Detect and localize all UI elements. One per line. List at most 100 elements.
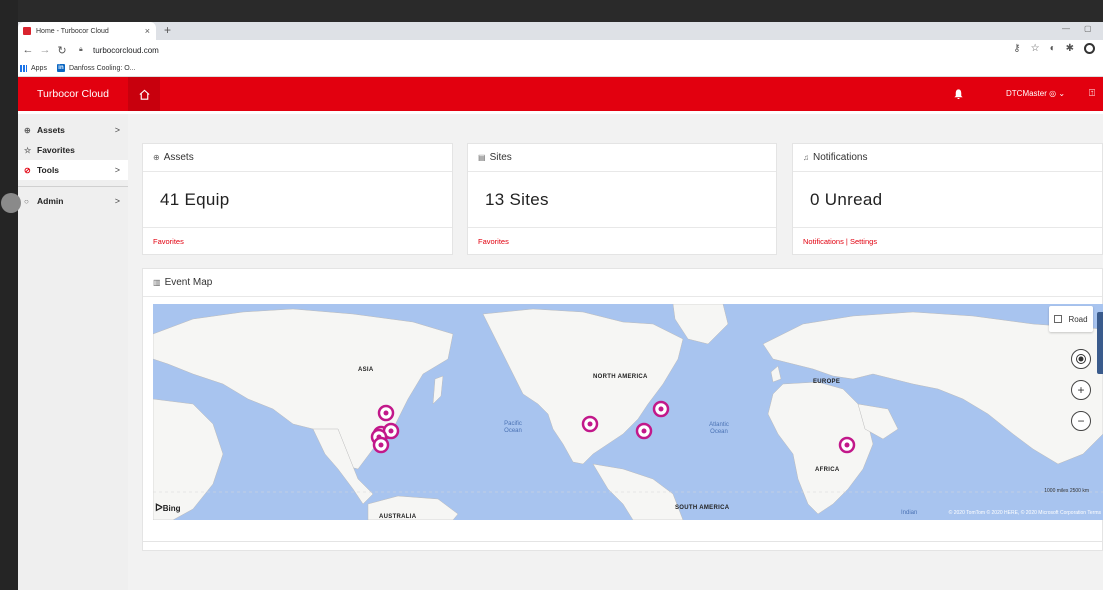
forward-arrow-icon[interactable]: → <box>39 44 51 56</box>
sidebar: ⊕ Assets > ☆ Favorites ⊘ Tools > ○ Admin… <box>18 114 128 590</box>
map-marker-pin <box>652 400 670 418</box>
bookmark-danfoss[interactable]: Danfoss Cooling: O... <box>69 65 136 72</box>
world-map[interactable]: ASIA NORTH AMERICA EUROPE AFRICA SOUTH A… <box>153 304 1103 520</box>
home-button[interactable] <box>128 77 160 111</box>
bell-icon[interactable] <box>953 88 964 100</box>
notifications-card: ♫ Notifications 0 Unread Notifications |… <box>792 143 1103 255</box>
home-icon <box>138 89 150 100</box>
card-title: Notifications <box>813 152 868 163</box>
bookmark-apps[interactable]: Apps <box>31 65 47 72</box>
restore-icon[interactable]: ▢ <box>1084 24 1092 33</box>
linkedin-icon: in <box>56 64 65 72</box>
feedback-side-tab[interactable] <box>1097 312 1103 374</box>
ocean-label-pacific: Pacific Ocean <box>504 421 522 434</box>
chevron-right-icon: > <box>114 165 120 175</box>
toolbar-icons: ⚷ ☆ ◐ ✱ <box>1013 43 1095 54</box>
lock-icon[interactable]: 🔒︎ <box>79 46 87 54</box>
zoom-in-button[interactable]: + <box>1071 380 1091 400</box>
ocean-label-atlantic: Atlantic Ocean <box>709 422 729 435</box>
map-land-svg <box>153 304 1103 520</box>
minus-icon: − <box>1077 414 1085 428</box>
map-marker-pin <box>838 436 856 454</box>
star-icon[interactable]: ☆ <box>1031 43 1040 54</box>
road-label: Road <box>1068 314 1088 324</box>
sidebar-item-tools[interactable]: ⊘ Tools > <box>18 160 128 180</box>
map-label-south-america: SOUTH AMERICA <box>675 505 730 511</box>
profile-icon[interactable] <box>1084 43 1095 54</box>
card-title: Event Map <box>164 277 213 288</box>
ocean-label-indian: Indian <box>901 510 918 516</box>
map-marker-pin <box>377 404 395 422</box>
user-menu[interactable]: DTCMaster ◎ ⌄ <box>1006 89 1065 98</box>
back-arrow-icon[interactable]: ← <box>22 44 34 56</box>
bookmarks-bar: Apps in Danfoss Cooling: O... <box>18 60 1103 77</box>
sidebar-item-favorites[interactable]: ☆ Favorites <box>18 140 128 160</box>
assets-favorites-link[interactable]: Favorites <box>143 228 452 254</box>
map-label-africa: AFRICA <box>815 467 840 473</box>
url-field[interactable]: turbocorcloud.com <box>93 46 159 55</box>
key-icon[interactable]: ⚷ <box>1013 43 1020 54</box>
brand-title[interactable]: Turbocor Cloud <box>18 88 128 100</box>
chevron-right-icon: > <box>114 196 120 206</box>
bell-icon: ♫ <box>803 153 809 162</box>
map-scale: 1000 miles 2500 km <box>1044 488 1089 494</box>
shield-icon: ○ <box>24 196 29 206</box>
map-copyright[interactable]: © 2020 TomTom © 2020 HERE, © 2020 Micros… <box>949 510 1101 516</box>
tab-bar: Home - Turbocor Cloud × + — ▢ <box>18 22 1103 40</box>
sidebar-item-admin[interactable]: ○ Admin > <box>18 191 128 211</box>
map-icon: ▥ <box>153 278 161 287</box>
minimize-icon[interactable]: — <box>1062 24 1070 33</box>
extension-icon[interactable]: ◐ <box>1050 43 1056 54</box>
card-header: ⊕ Assets <box>143 144 452 172</box>
card-title: Sites <box>489 152 512 163</box>
assets-icon: ⊕ <box>24 125 31 135</box>
card-title: Assets <box>163 152 194 163</box>
apps-grid-icon <box>20 64 27 72</box>
puzzle-icon[interactable]: ✱ <box>1066 43 1074 54</box>
map-style-icon <box>1054 315 1063 323</box>
main-content: ⊕ Assets 41 Equip Favorites ▤ Sites 13 S… <box>128 114 1103 590</box>
sites-count: 13 Sites <box>468 172 776 228</box>
map-label-north-america: NORTH AMERICA <box>593 374 648 380</box>
sites-card: ▤ Sites 13 Sites Favorites <box>467 143 777 255</box>
sidebar-item-label: Assets <box>37 125 65 135</box>
logout-icon[interactable]: ⍐ <box>1089 88 1095 99</box>
tab-title: Home - Turbocor Cloud <box>36 27 109 35</box>
zoom-out-button[interactable]: − <box>1071 411 1091 431</box>
notifications-settings-link[interactable]: Notifications | Settings <box>793 228 1102 254</box>
card-header: ▥ Event Map <box>143 269 1102 297</box>
map-card-footer <box>142 542 1103 551</box>
map-label-australia: AUSTRALIA <box>379 514 417 520</box>
sidebar-divider <box>18 186 128 187</box>
building-icon: ▤ <box>478 153 486 162</box>
browser-tab[interactable]: Home - Turbocor Cloud × <box>18 22 156 40</box>
assets-card: ⊕ Assets 41 Equip Favorites <box>142 143 453 255</box>
desktop-left-strip <box>0 0 18 590</box>
locate-icon <box>1076 354 1086 364</box>
road-style-button[interactable]: Road <box>1049 306 1093 332</box>
new-tab-button[interactable]: + <box>164 23 171 37</box>
assets-icon: ⊕ <box>153 153 160 162</box>
unread-count: 0 Unread <box>793 172 1102 228</box>
sidebar-item-assets[interactable]: ⊕ Assets > <box>18 120 128 140</box>
tab-close-icon[interactable]: × <box>145 26 150 36</box>
tools-icon: ⊘ <box>24 165 31 175</box>
card-header: ▤ Sites <box>468 144 776 172</box>
chevron-right-icon: > <box>114 125 120 135</box>
star-icon: ☆ <box>24 145 32 155</box>
address-bar: ← → ↻ 🔒︎ turbocorcloud.com ⚷ ☆ ◐ ✱ <box>18 40 1103 60</box>
sidebar-item-label: Admin <box>37 196 64 206</box>
sidebar-item-label: Tools <box>37 165 60 175</box>
reload-icon[interactable]: ↻ <box>56 44 68 57</box>
locate-me-button[interactable] <box>1071 349 1091 369</box>
assets-count: 41 Equip <box>143 172 452 228</box>
map-marker-pin <box>372 436 390 454</box>
map-label-europe: EUROPE <box>813 379 841 385</box>
bing-logo: ᐅBing <box>155 503 181 514</box>
map-marker-pin <box>635 422 653 440</box>
app-header: Turbocor Cloud DTCMaster ◎ ⌄ ⍐ <box>18 77 1103 111</box>
sidebar-item-label: Favorites <box>37 145 75 155</box>
browser-window: Home - Turbocor Cloud × + — ▢ ← → ↻ 🔒︎ t… <box>18 22 1103 590</box>
sites-favorites-link[interactable]: Favorites <box>468 228 776 254</box>
map-label-asia: ASIA <box>358 367 374 373</box>
